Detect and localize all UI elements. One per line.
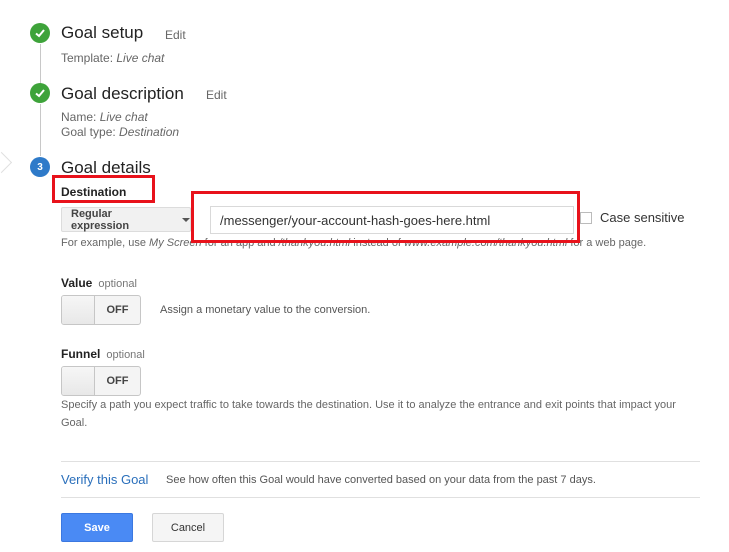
step-complete-check-icon	[30, 83, 50, 103]
active-step-pointer	[0, 151, 13, 174]
case-sensitive-checkbox[interactable]	[580, 212, 592, 224]
step-title-goal-description: Goal description	[61, 84, 184, 103]
funnel-description: Specify a path you expect traffic to tak…	[61, 399, 676, 429]
value-toggle[interactable]: OFF	[61, 295, 141, 325]
step-meta: Template: Live chat	[61, 51, 165, 65]
timeline-connector	[40, 104, 41, 156]
divider	[61, 461, 700, 462]
cancel-button[interactable]: Cancel	[152, 513, 224, 542]
value-label: Value optional	[61, 276, 137, 290]
value-description: Assign a monetary value to the conversio…	[160, 304, 371, 316]
case-sensitive-label[interactable]: Case sensitive	[600, 210, 685, 225]
destination-label-highlight	[52, 175, 155, 203]
funnel-label: Funnel optional	[61, 347, 145, 361]
destination-input-highlight	[191, 191, 580, 243]
match-type-dropdown[interactable]: Regular expression	[61, 207, 191, 232]
timeline-connector	[40, 44, 41, 84]
funnel-toggle[interactable]: OFF	[61, 366, 141, 396]
edit-goal-setup-link[interactable]: Edit	[165, 28, 186, 42]
step-complete-check-icon	[30, 23, 50, 43]
step-meta: Name: Live chat Goal type: Destination	[61, 110, 180, 139]
verify-description: See how often this Goal would have conve…	[166, 474, 596, 486]
divider	[61, 497, 700, 498]
step-title-goal-setup: Goal setup	[61, 23, 144, 42]
step-number-icon: 3	[30, 157, 50, 177]
edit-goal-description-link[interactable]: Edit	[206, 88, 227, 102]
verify-goal-link[interactable]: Verify this Goal	[61, 472, 148, 487]
chevron-down-icon	[182, 217, 190, 222]
toggle-knob[interactable]	[62, 296, 95, 324]
toggle-knob[interactable]	[62, 367, 95, 395]
save-button[interactable]: Save	[61, 513, 133, 542]
